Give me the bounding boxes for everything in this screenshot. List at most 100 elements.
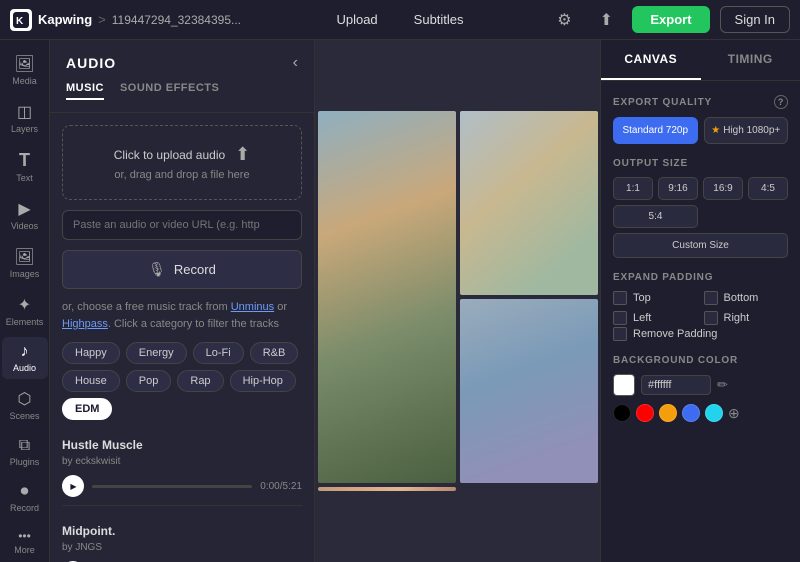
- export-quality-section: EXPORT QUALITY ? Standard 720p ★ High 10…: [613, 95, 788, 144]
- tag-energy[interactable]: Energy: [126, 342, 187, 364]
- preset-black[interactable]: [613, 404, 631, 422]
- tag-rap[interactable]: Rap: [177, 370, 223, 392]
- custom-size-button[interactable]: Custom Size: [613, 233, 788, 258]
- output-size-section: OUTPUT SIZE 1:1 9:16 16:9 4:5 5:4 Custom…: [613, 158, 788, 258]
- images-icon: 🖼: [14, 247, 34, 267]
- checkbox-remove[interactable]: [613, 327, 627, 341]
- sidebar-item-elements[interactable]: ✦ Elements: [2, 289, 48, 333]
- sidebar-item-record[interactable]: ⏺ Record: [2, 477, 48, 519]
- star-icon: ★: [711, 125, 720, 136]
- preset-blue[interactable]: [682, 404, 700, 422]
- size-1-1[interactable]: 1:1: [613, 177, 653, 200]
- canvas-image-1: [318, 111, 456, 483]
- settings-icon[interactable]: ⚙: [548, 4, 580, 36]
- color-more-icon[interactable]: ⊕: [728, 405, 740, 422]
- tag-rnb[interactable]: R&B: [250, 342, 299, 364]
- tag-lofi[interactable]: Lo-Fi: [193, 342, 244, 364]
- expand-padding-section: EXPAND PADDING Top Bottom Left: [613, 272, 788, 341]
- sidebar-label-elements: Elements: [6, 317, 44, 327]
- brand-name: Kapwing: [38, 12, 92, 27]
- sidebar-item-scenes[interactable]: ⬡ Scenes: [2, 383, 48, 427]
- sidebar-item-images[interactable]: 🖼 Images: [2, 241, 48, 285]
- url-input[interactable]: [62, 210, 302, 240]
- sidebar-label-scenes: Scenes: [9, 411, 39, 421]
- size-4-5[interactable]: 4:5: [748, 177, 788, 200]
- checkbox-top[interactable]: [613, 291, 627, 305]
- record-button[interactable]: 🎙 Record: [62, 250, 302, 289]
- size-grid-row2: 5:4: [613, 205, 788, 228]
- upload-zone[interactable]: Click to upload audio ⬆ or, drag and dro…: [62, 125, 302, 200]
- subtitles-button[interactable]: Subtitles: [406, 8, 472, 31]
- track-progress-1[interactable]: [92, 485, 252, 488]
- quality-standard[interactable]: Standard 720p: [613, 117, 698, 144]
- sidebar-item-plugins[interactable]: ⧉ Plugins: [2, 431, 48, 473]
- checkbox-bottom[interactable]: [704, 291, 718, 305]
- track-hustle-muscle: Hustle Muscle by eckskwisit ▶ 0:00/5:21: [62, 430, 302, 506]
- play-button-1[interactable]: ▶: [62, 475, 84, 497]
- audio-content: Click to upload audio ⬆ or, drag and dro…: [50, 113, 314, 562]
- sidebar-item-more[interactable]: ••• More: [2, 523, 48, 561]
- tab-timing[interactable]: TIMING: [701, 40, 800, 80]
- logo-icon: K: [10, 9, 32, 31]
- padding-right[interactable]: Right: [704, 311, 789, 325]
- color-swatch[interactable]: [613, 374, 635, 396]
- audio-icon: ♪: [21, 343, 29, 361]
- color-edit-icon[interactable]: ✏: [717, 377, 728, 393]
- sidebar-item-audio[interactable]: ♪ Audio: [2, 337, 48, 379]
- size-5-4[interactable]: 5:4: [613, 205, 698, 228]
- size-9-16[interactable]: 9:16: [658, 177, 698, 200]
- preset-red[interactable]: [636, 404, 654, 422]
- sidebar-label-videos: Videos: [11, 221, 38, 231]
- upload-button[interactable]: Upload: [328, 8, 385, 31]
- preset-yellow[interactable]: [659, 404, 677, 422]
- preset-cyan[interactable]: [705, 404, 723, 422]
- tag-happy[interactable]: Happy: [62, 342, 120, 364]
- help-icon[interactable]: ?: [774, 95, 788, 109]
- free-music-text-3: . Click a category to filter the tracks: [108, 318, 279, 330]
- checkbox-right[interactable]: [704, 311, 718, 325]
- canvas-image-4: [318, 487, 456, 491]
- record-icon: ⏺: [20, 483, 28, 501]
- remove-padding[interactable]: Remove Padding: [613, 327, 788, 341]
- track-player-1: ▶ 0:00/5:21: [62, 475, 302, 497]
- size-16-9[interactable]: 16:9: [703, 177, 743, 200]
- canvas-image-2: [460, 111, 598, 295]
- tag-edm[interactable]: EDM: [62, 398, 112, 420]
- sidebar-item-text[interactable]: T Text: [2, 144, 48, 189]
- sidebar-item-media[interactable]: 🖼 Media: [2, 48, 48, 92]
- videos-icon: ▶: [18, 199, 30, 219]
- checkbox-left[interactable]: [613, 311, 627, 325]
- padding-bottom[interactable]: Bottom: [704, 291, 789, 305]
- quality-high[interactable]: ★ High 1080p+: [704, 117, 789, 144]
- layers-icon: ◫: [17, 102, 32, 122]
- signin-button[interactable]: Sign In: [720, 6, 790, 33]
- sidebar-item-videos[interactable]: ▶ Videos: [2, 193, 48, 237]
- tag-hiphop[interactable]: Hip-Hop: [230, 370, 296, 392]
- audio-tabs: MUSIC SOUND EFFECTS: [50, 82, 314, 113]
- tab-music[interactable]: MUSIC: [66, 82, 104, 100]
- sidebar-item-layers[interactable]: ◫ Layers: [2, 96, 48, 140]
- canvas-area[interactable]: [315, 40, 600, 562]
- padding-left[interactable]: Left: [613, 311, 698, 325]
- share-icon[interactable]: ⬆: [590, 4, 622, 36]
- right-panel: CANVAS TIMING EXPORT QUALITY ? Standard …: [600, 40, 800, 562]
- color-hex-input[interactable]: [641, 375, 711, 395]
- record-label: Record: [174, 262, 216, 277]
- quality-options: Standard 720p ★ High 1080p+: [613, 117, 788, 144]
- sidebar-label-audio: Audio: [13, 363, 36, 373]
- music-tags: Happy Energy Lo-Fi R&B House Pop Rap Hip…: [62, 342, 302, 420]
- tab-sound-effects[interactable]: SOUND EFFECTS: [120, 82, 219, 100]
- sidebar-label-more: More: [14, 545, 35, 555]
- unminus-link[interactable]: Unminus: [231, 301, 274, 313]
- tab-canvas[interactable]: CANVAS: [601, 40, 701, 80]
- padding-top[interactable]: Top: [613, 291, 698, 305]
- more-icon: •••: [18, 529, 31, 543]
- size-grid: 1:1 9:16 16:9 4:5: [613, 177, 788, 200]
- tag-pop[interactable]: Pop: [126, 370, 172, 392]
- main-layout: 🖼 Media ◫ Layers T Text ▶ Videos 🖼 Image…: [0, 40, 800, 562]
- highpass-link[interactable]: Highpass: [62, 318, 108, 330]
- export-button[interactable]: Export: [632, 6, 709, 33]
- collapse-button[interactable]: ‹: [293, 54, 298, 72]
- tag-house[interactable]: House: [62, 370, 120, 392]
- sidebar-label-layers: Layers: [11, 124, 38, 134]
